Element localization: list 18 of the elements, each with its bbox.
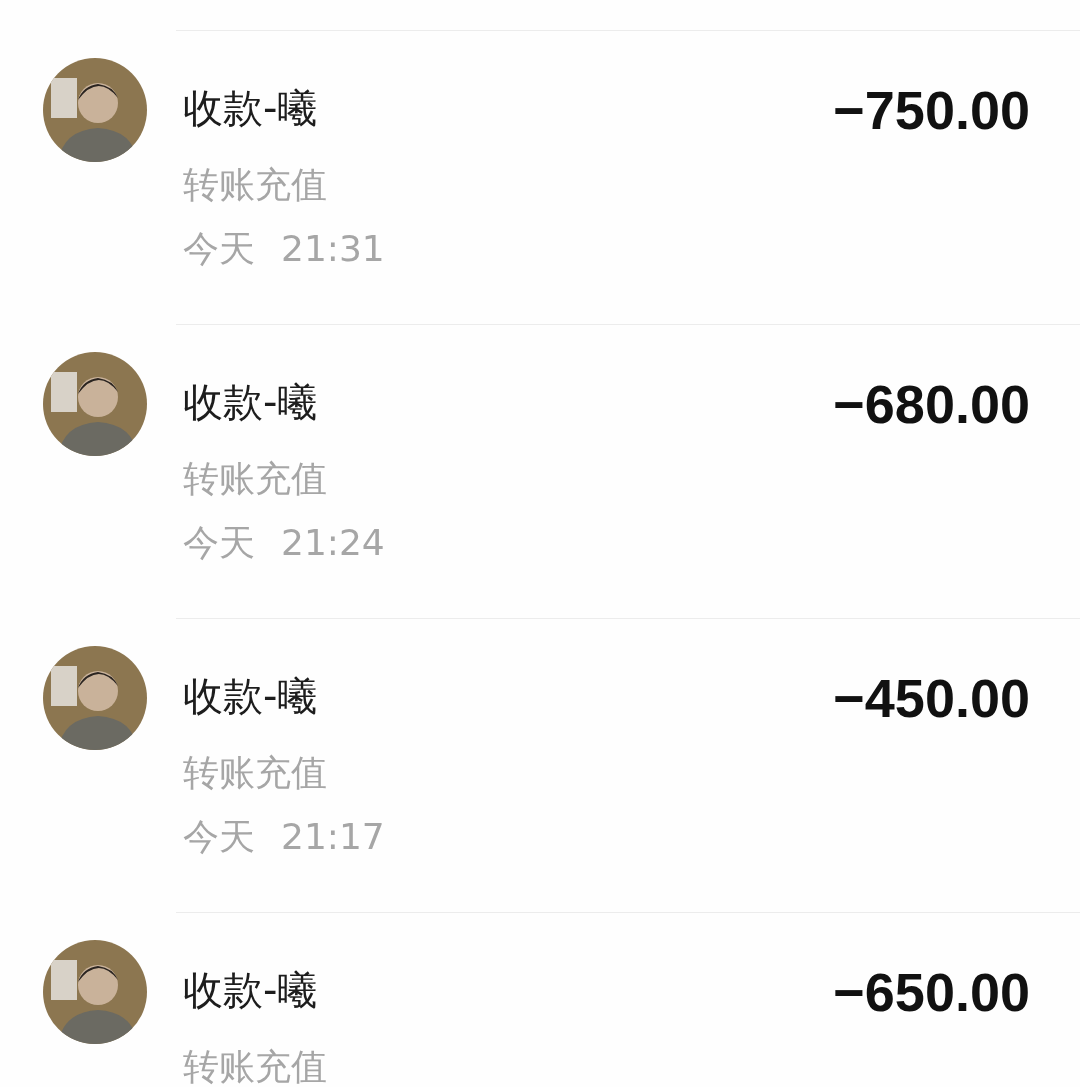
- transaction-title: 收款-曦: [183, 966, 318, 1015]
- transaction-time: 21:31: [281, 227, 385, 271]
- transaction-category: 转账充值: [183, 163, 327, 207]
- transaction-title: 收款-曦: [183, 672, 318, 721]
- transaction-date: 今天: [183, 521, 255, 565]
- transaction-title: 收款-曦: [183, 84, 318, 133]
- transaction-title: 收款-曦: [183, 378, 318, 427]
- transaction-amount: −450.00: [833, 668, 1030, 730]
- transaction-time: 21:24: [281, 521, 385, 565]
- transaction-time: 21:17: [281, 815, 385, 859]
- transaction-date: 今天: [183, 815, 255, 859]
- transaction-amount: −750.00: [833, 80, 1030, 142]
- transaction-amount: −650.00: [833, 962, 1030, 1024]
- transaction-amount: −680.00: [833, 374, 1030, 436]
- transaction-category: 转账充值: [183, 751, 327, 795]
- transaction-category: 转账充值: [183, 1045, 327, 1087]
- transaction-date: 今天: [183, 227, 255, 271]
- transaction-category: 转账充值: [183, 457, 327, 501]
